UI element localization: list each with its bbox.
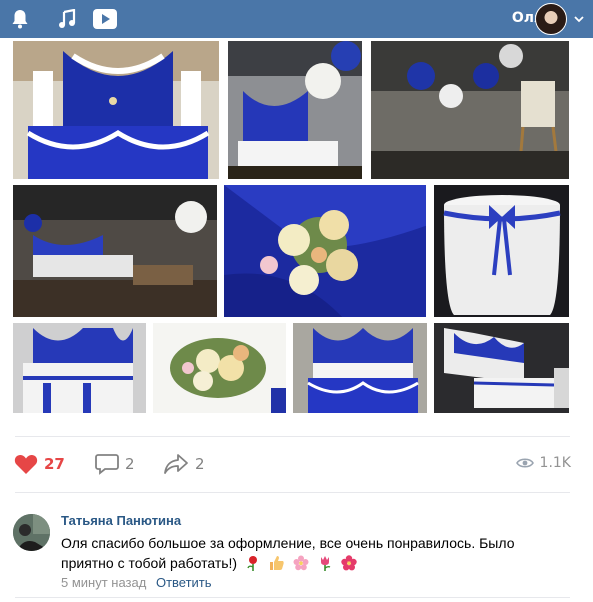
chevron-down-icon[interactable] (573, 13, 585, 25)
comment-author-name[interactable]: Татьяна Панютина (61, 513, 181, 528)
tulip-icon (317, 555, 333, 576)
heart-icon (14, 454, 38, 474)
thumbs-up-icon (269, 555, 285, 576)
photo-head-table-balloons[interactable] (227, 40, 363, 180)
photo-head-table-ribbons[interactable] (12, 322, 147, 414)
comment-timestamp[interactable]: 5 минут назад (61, 575, 146, 590)
photo-seating-chart-stand-balloons[interactable] (370, 40, 570, 180)
hibiscus-icon (340, 555, 357, 576)
photo-blue-ribbon-flower-bouquet[interactable] (223, 184, 427, 318)
photo-round-table-blue-bow[interactable] (433, 184, 570, 318)
rose-icon (245, 555, 261, 576)
top-bar: Оля (0, 0, 593, 38)
comment-text: Оля спасибо большое за оформление, все о… (61, 535, 515, 571)
video-icon[interactable] (92, 6, 118, 32)
like-count: 27 (44, 455, 65, 473)
cherry-blossom-icon (293, 555, 309, 576)
comment-count: 2 (125, 455, 135, 473)
divider (15, 597, 570, 598)
share-icon (164, 454, 188, 474)
comment-author-avatar[interactable] (13, 514, 50, 551)
like-button[interactable]: 27 (14, 452, 65, 476)
share-button[interactable]: 2 (163, 452, 205, 476)
photo-head-table-blue-drapery[interactable] (12, 40, 220, 180)
eye-icon (515, 458, 534, 468)
comment-icon (95, 454, 119, 475)
music-icon[interactable] (54, 6, 80, 32)
bell-icon[interactable] (7, 6, 33, 32)
comment-meta: 5 минут назад Ответить (61, 575, 212, 590)
photo-head-table-lights[interactable] (292, 322, 428, 414)
user-avatar[interactable] (535, 3, 567, 35)
photo-side-view-head-table[interactable] (433, 322, 570, 414)
photo-floral-arrangement[interactable] (152, 322, 287, 414)
views-counter: 1.1K (515, 455, 571, 471)
reply-link[interactable]: Ответить (156, 575, 212, 590)
comment-text-block: Оля спасибо большое за оформление, все о… (61, 533, 561, 576)
photo-banquet-hall-wide[interactable] (12, 184, 218, 318)
share-count: 2 (195, 455, 205, 473)
comment-button[interactable]: 2 (95, 452, 135, 476)
divider (15, 436, 570, 437)
divider (15, 492, 570, 493)
views-count: 1.1K (539, 455, 571, 471)
